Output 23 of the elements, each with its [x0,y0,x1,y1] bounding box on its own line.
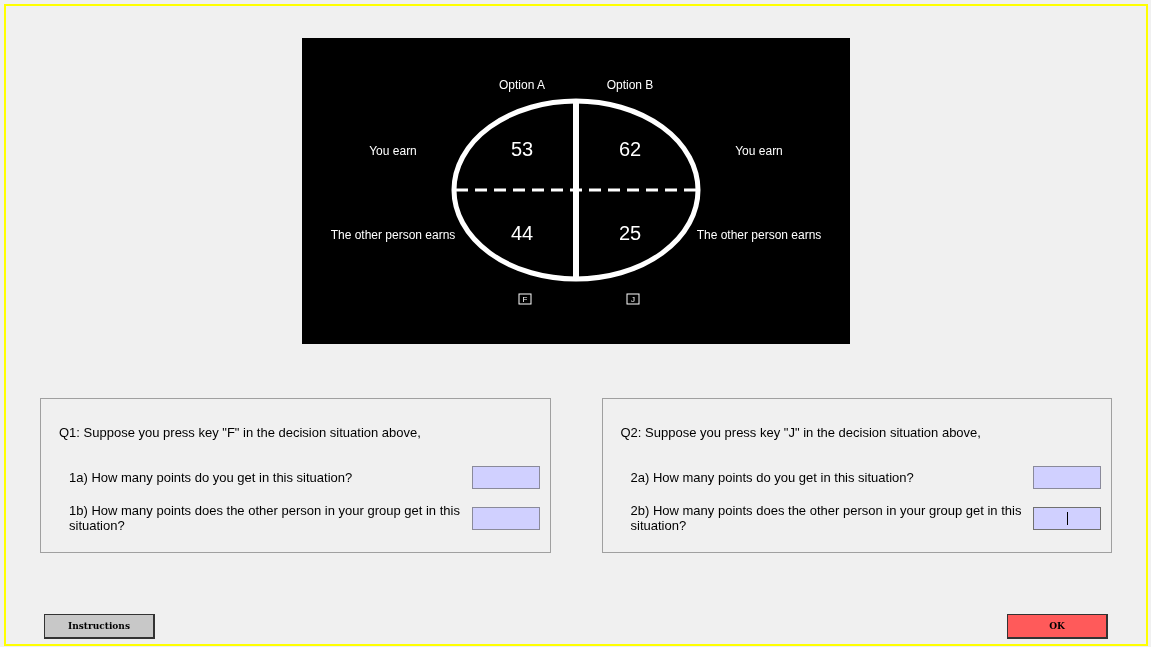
answer-field[interactable] [1033,465,1101,489]
option-label: Option B [606,78,654,92]
row-label: You earn [369,144,417,158]
option-label: Option A [499,78,545,92]
row-label: You earn [735,144,783,158]
points-value: 44 [510,221,534,245]
text-cursor [1067,511,1068,525]
question-title: Q2: Suppose you press key "J" in the decision situation above, [620,425,982,440]
question-text: 2b) How many points does the other person in your group get in this situation? [630,503,1023,533]
answer-field[interactable] [471,465,540,489]
answer-field[interactable] [471,506,540,530]
row-label: The other person earns [696,228,822,242]
question-text: 1a) How many points do you get in this situation? [69,469,354,485]
question-text: 2a) How many points do you get in this situation? [630,469,915,485]
ok-button[interactable]: OK [1007,614,1108,639]
points-value: 53 [510,137,534,161]
points-value: 62 [618,137,642,161]
question-text: 1b) How many points does the other person in your group get in this situation? [69,503,461,533]
question-title: Q1: Suppose you press key "F" in the decision situation above, [59,425,422,440]
instructions-button[interactable]: Instructions [44,614,155,639]
answer-field[interactable] [1033,506,1101,530]
points-value: 25 [618,221,642,245]
row-label: The other person earns [330,228,456,242]
